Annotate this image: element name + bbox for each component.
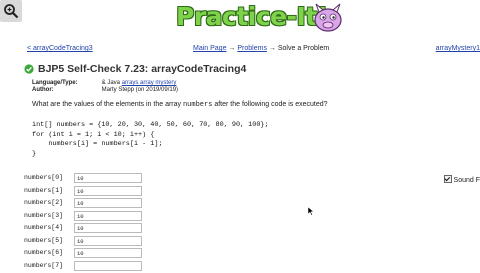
site-logo[interactable]: Practice-It!: [176, 2, 346, 34]
answer-label: numbers[0]: [24, 174, 64, 181]
author-value: Marty Stepp (on 2019/09/19): [101, 87, 179, 93]
question-text-end: after the following code is executed?: [212, 101, 328, 108]
next-problem-link-wrap: arrayMystery1: [436, 45, 480, 52]
prev-problem-link-wrap: < arrayCodeTracing3: [27, 45, 93, 52]
breadcrumb-problems[interactable]: Problems: [237, 45, 267, 52]
problem-question: What are the values of the elements in t…: [32, 101, 328, 109]
breadcrumb-arrow: →: [268, 45, 276, 52]
problem-title: BJP5 Self-Check 7.23: arrayCodeTracing4: [38, 63, 247, 75]
answer-label: numbers[6]: [24, 249, 64, 256]
answer-label: numbers[7]: [24, 261, 64, 269]
breadcrumb-main-page[interactable]: Main Page: [193, 45, 226, 52]
language-type-label: Language/Type:: [32, 80, 78, 86]
answer-input[interactable]: [74, 260, 142, 271]
answer-input[interactable]: 10: [74, 210, 142, 221]
zoom-button[interactable]: [0, 0, 22, 22]
code-block: int[] numbers = {10, 20, 30, 40, 50, 60,…: [32, 121, 269, 158]
language-type-links[interactable]: arrays array mystery: [122, 80, 177, 86]
answer-input[interactable]: 10: [74, 198, 142, 208]
answer-label: numbers[5]: [24, 236, 64, 244]
answer-input[interactable]: 10: [74, 185, 142, 196]
breadcrumb-current: Solve a Problem: [277, 45, 330, 52]
answer-label: numbers[4]: [24, 224, 64, 231]
language-type-prefix: & Java: [101, 80, 122, 86]
answer-label: numbers[1]: [24, 186, 64, 194]
question-text: What are the values of the elements in t…: [32, 101, 183, 108]
sound-checkbox[interactable]: [443, 175, 452, 183]
breadcrumb: Main Page → Problems → Solve a Problem: [193, 45, 329, 52]
solved-check-icon: [24, 64, 34, 74]
answer-input[interactable]: 10: [74, 173, 142, 183]
answer-label: numbers[2]: [24, 199, 64, 206]
breadcrumb-arrow: →: [228, 45, 236, 52]
prev-problem-link[interactable]: < arrayCodeTracing3: [27, 45, 93, 52]
mouse-cursor-icon: [308, 207, 314, 216]
sound-label: Sound F: [453, 177, 480, 184]
zoom-icon: [4, 4, 19, 19]
problem-meta: Language/Type: & Java arrays array myste…: [32, 80, 178, 94]
question-variable: numbers: [182, 101, 213, 109]
answer-input[interactable]: 10: [74, 223, 142, 233]
author-label: Author:: [32, 87, 54, 93]
mascot-icon: [314, 3, 342, 32]
answer-input[interactable]: 10: [74, 235, 142, 246]
sound-toggle[interactable]: Sound F: [443, 175, 480, 184]
answer-label: numbers[3]: [24, 211, 64, 219]
logo-text: Practice-It!: [176, 2, 328, 31]
next-problem-link[interactable]: arrayMystery1: [436, 45, 480, 52]
answer-input[interactable]: 10: [74, 248, 142, 258]
